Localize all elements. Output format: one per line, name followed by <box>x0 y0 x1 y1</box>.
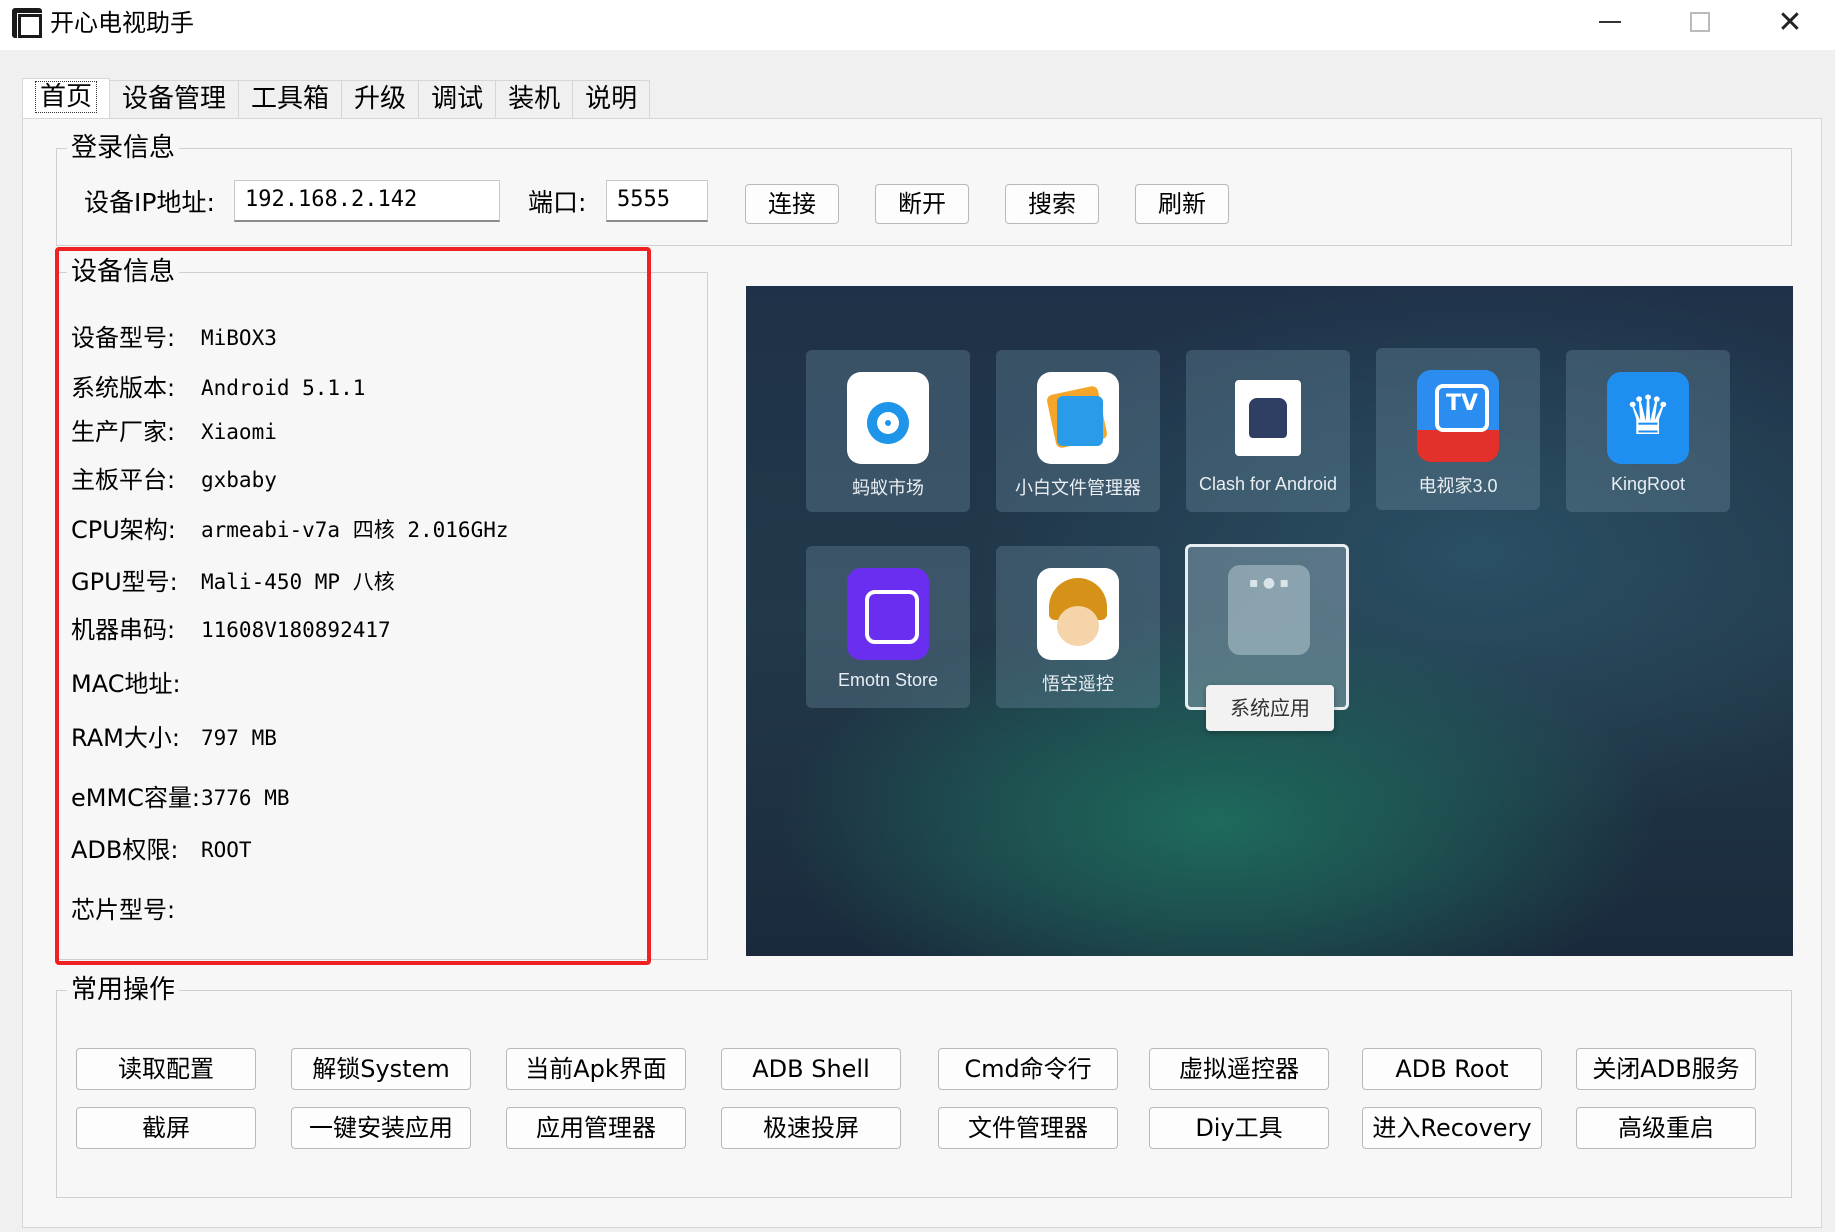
emotn-store-icon <box>847 568 929 660</box>
app-icon <box>12 8 43 39</box>
tab-home[interactable]: 首页 <box>22 78 111 118</box>
app-label: 电视家3.0 <box>1418 476 1498 496</box>
app-label: Clash for Android <box>1198 474 1338 494</box>
tab-debug[interactable]: 调试 <box>418 80 497 118</box>
file-manager-icon <box>1037 372 1119 464</box>
app-tile-wukong-remote[interactable]: 悟空遥控 <box>996 546 1160 708</box>
app-label: Emotn Store <box>837 670 939 690</box>
window-title: 开心电视助手 <box>50 9 194 37</box>
read-config-button[interactable]: 读取配置 <box>76 1048 256 1090</box>
app-tile-file-manager[interactable]: 小白文件管理器 <box>996 350 1160 512</box>
tab-bar: 首页 设备管理 工具箱 升级 调试 装机 说明 <box>22 78 651 118</box>
clash-cat-icon <box>1235 380 1301 456</box>
ip-label: 设备IP地址: <box>84 188 215 217</box>
highlight-annotation-box <box>55 247 651 965</box>
maximize-button[interactable] <box>1655 0 1745 44</box>
port-label: 端口: <box>528 188 587 217</box>
app-tile-clash[interactable]: Clash for Android <box>1186 350 1350 512</box>
app-tile-system-apps[interactable]: 系统应用 <box>1185 544 1349 731</box>
enter-recovery-button[interactable]: 进入Recovery <box>1362 1107 1542 1149</box>
common-ops-group: 常用操作 <box>56 975 1792 1198</box>
one-click-install-button[interactable]: 一键安装应用 <box>291 1107 471 1149</box>
adb-shell-button[interactable]: ADB Shell <box>721 1048 901 1090</box>
tab-install[interactable]: 装机 <box>495 80 574 118</box>
app-label: 蚂蚁市场 <box>852 478 924 498</box>
close-button[interactable]: ✕ <box>1745 0 1835 44</box>
tab-upgrade[interactable]: 升级 <box>341 80 420 118</box>
current-apk-button[interactable]: 当前Apk界面 <box>506 1048 686 1090</box>
virtual-remote-button[interactable]: 虚拟遥控器 <box>1149 1048 1329 1090</box>
ip-input[interactable]: 192.168.2.142 <box>234 180 500 222</box>
fast-cast-button[interactable]: 极速投屏 <box>721 1107 901 1149</box>
advanced-reboot-button[interactable]: 高级重启 <box>1576 1107 1756 1149</box>
unlock-system-button[interactable]: 解锁System <box>291 1048 471 1090</box>
minimize-icon <box>1599 21 1621 23</box>
tv-screen-preview[interactable]: 蚂蚁市场 小白文件管理器 Clash for Android 电视家3.0 Ki… <box>746 286 1793 956</box>
tab-device-management[interactable]: 设备管理 <box>109 80 240 118</box>
minimize-button[interactable] <box>1565 0 1655 44</box>
login-group-title: 登录信息 <box>67 133 180 163</box>
app-label: 小白文件管理器 <box>1015 478 1141 498</box>
search-button[interactable]: 搜索 <box>1005 184 1099 224</box>
ant-market-icon <box>847 372 929 464</box>
screenshot-button[interactable]: 截屏 <box>76 1107 256 1149</box>
connect-button[interactable]: 连接 <box>745 184 839 224</box>
app-label: 悟空遥控 <box>1042 674 1114 694</box>
system-apps-label: 系统应用 <box>1206 685 1334 731</box>
tab-instructions[interactable]: 说明 <box>572 80 651 118</box>
crown-icon <box>1607 372 1689 464</box>
maximize-icon <box>1690 12 1710 32</box>
adb-root-button[interactable]: ADB Root <box>1362 1048 1542 1090</box>
close-adb-button[interactable]: 关闭ADB服务 <box>1576 1048 1756 1090</box>
app-manager-button[interactable]: 应用管理器 <box>506 1107 686 1149</box>
system-apps-folder-icon <box>1228 565 1310 655</box>
port-input[interactable]: 5555 <box>606 180 708 222</box>
app-tile-kingroot[interactable]: KingRoot <box>1566 350 1730 512</box>
tab-toolbox[interactable]: 工具箱 <box>238 80 343 118</box>
disconnect-button[interactable]: 断开 <box>875 184 969 224</box>
file-manager-button[interactable]: 文件管理器 <box>938 1107 1118 1149</box>
wukong-remote-icon <box>1037 568 1119 660</box>
app-tile-ant-market[interactable]: 蚂蚁市场 <box>806 350 970 512</box>
app-tile-emotn-store[interactable]: Emotn Store <box>806 546 970 708</box>
app-label: KingRoot <box>1610 474 1686 494</box>
ops-group-title: 常用操作 <box>67 975 180 1005</box>
refresh-button[interactable]: 刷新 <box>1135 184 1229 224</box>
tv-home-icon <box>1417 370 1499 462</box>
close-icon: ✕ <box>1777 4 1803 40</box>
diy-tools-button[interactable]: Diy工具 <box>1149 1107 1329 1149</box>
cmd-button[interactable]: Cmd命令行 <box>938 1048 1118 1090</box>
title-bar: 开心电视助手 ✕ <box>0 0 1835 50</box>
app-tile-tv-home[interactable]: 电视家3.0 <box>1376 348 1540 510</box>
